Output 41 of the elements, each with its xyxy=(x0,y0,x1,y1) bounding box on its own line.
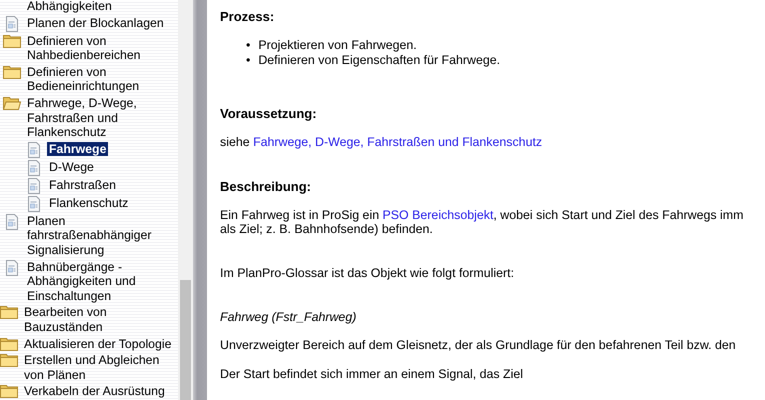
tree-item[interactable]: D-Wege xyxy=(47,160,96,174)
paragraph: siehe Fahrwege, D-Wege, Fahrstraßen und Flankenschutz xyxy=(220,135,544,149)
paragraph: als Ziel; z. B. Bahnhofsende) befinden. xyxy=(220,222,434,236)
section-heading: Voraussetzung: xyxy=(220,106,318,121)
tree-item[interactable]: Planen fahrstraßenabhängiger Signalisierung xyxy=(25,214,178,258)
scrollbar[interactable] xyxy=(178,0,193,400)
tree-item[interactable]: Erstellen und Abgleichen von Plänen xyxy=(22,353,178,382)
tree-item[interactable]: Verkabeln der Ausrüstung xyxy=(22,384,167,399)
list-item: Definieren von Eigenschaften für Fahrwege. xyxy=(258,53,500,68)
bullet: • xyxy=(246,38,250,53)
link[interactable]: Fahrwege, D-Wege, Fahrstraßen und Flankenschutz xyxy=(253,135,542,149)
section-heading: Beschreibung: xyxy=(220,179,312,194)
bullet: • xyxy=(246,53,250,68)
term-title: Fahrweg (Fstr_Fahrweg) xyxy=(220,310,358,324)
tree-item[interactable]: Bahnübergänge - Abhängigkeiten und Einschaltungen xyxy=(25,260,178,304)
tree-item[interactable]: Planen der Blockanlagen xyxy=(25,16,166,30)
tree-item[interactable]: Definieren von Nahbedienbereichen xyxy=(25,34,178,63)
tree-item[interactable]: Bearbeiten von Bauzuständen xyxy=(22,305,178,334)
tree-item[interactable]: Definieren von Bedieneinrichtungen xyxy=(25,64,178,94)
page-icon xyxy=(27,196,41,212)
scrollbar-thumb[interactable] xyxy=(180,280,191,400)
tree-item[interactable]: Fahrwege, D-Wege, Fahrstraßen und Flankenschutz xyxy=(25,96,178,140)
page-icon xyxy=(5,214,19,230)
page-icon xyxy=(5,260,19,276)
page-icon xyxy=(27,178,41,194)
section-heading: Prozess: xyxy=(220,9,276,24)
page-icon xyxy=(27,160,41,176)
tree-item[interactable]: Flankenschutz xyxy=(47,196,130,210)
splitter[interactable] xyxy=(193,0,207,400)
tree-item[interactable]: Abhängigkeiten xyxy=(25,0,114,14)
link[interactable]: PSO Bereichsobjekt xyxy=(382,208,494,222)
paragraph: Ein Fahrweg ist in ProSig ein PSO Bereichsobjekt, wobei sich Start und Ziel des Fahrwegs imm xyxy=(220,208,744,222)
paragraph: Unverzweigter Bereich auf dem Gleisnetz, der als Grundlage für den befahrenen Teil bzw. den xyxy=(220,338,737,352)
tree-item[interactable]: Fahrstraßen xyxy=(47,178,118,192)
list-item: Projektieren von Fahrwegen. xyxy=(258,38,417,53)
tree-item[interactable]: Aktualisieren der Topologie xyxy=(22,336,174,352)
tree-item[interactable]: Fahrwege xyxy=(47,142,108,156)
paragraph: Der Start befindet sich immer an einem Signal, das Ziel xyxy=(220,367,524,381)
page-icon xyxy=(5,16,19,32)
paragraph: Im PlanPro-Glossar ist das Objekt wie folgt formuliert: xyxy=(220,266,516,280)
page-icon xyxy=(27,142,41,158)
